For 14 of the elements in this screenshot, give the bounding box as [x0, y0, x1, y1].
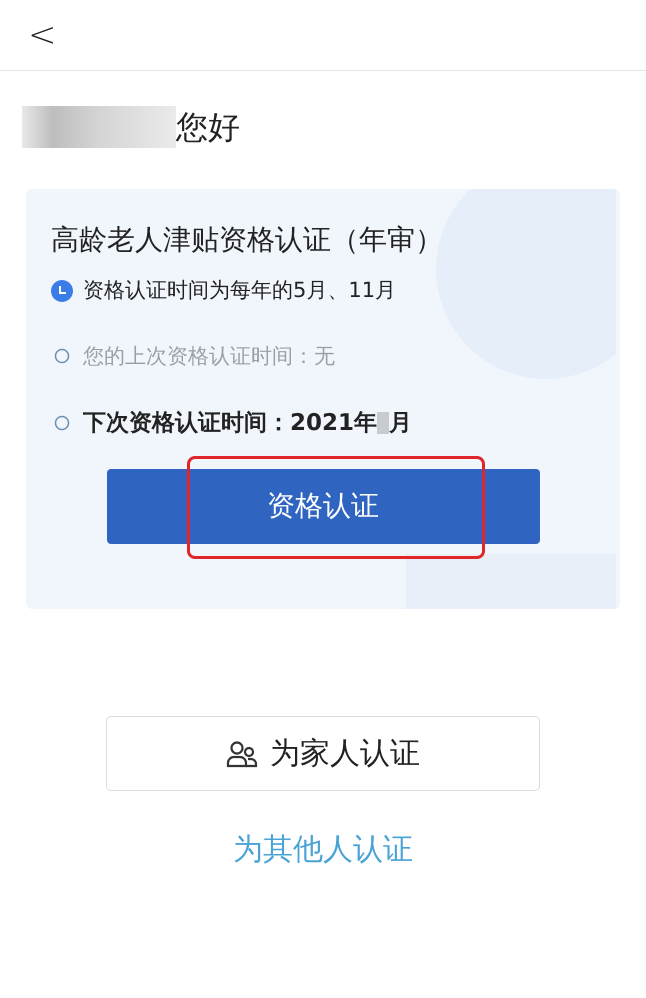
- date-text: 2021年: [290, 409, 378, 438]
- back-button[interactable]: <: [28, 18, 56, 52]
- verify-button[interactable]: 资格认证: [106, 468, 540, 544]
- circle-bullet-icon: [54, 415, 70, 432]
- info-text: 下次资格认证时间：: [83, 409, 290, 438]
- info-text: 您的上次资格认证时间：无: [83, 342, 335, 370]
- family-verify-button[interactable]: 为家人认证: [106, 716, 540, 791]
- greeting-text: 您好: [176, 107, 240, 148]
- month-text: 月: [389, 409, 412, 438]
- circle-bullet-icon: [54, 348, 70, 364]
- people-icon: [226, 740, 258, 768]
- clock-icon: [51, 280, 73, 302]
- info-text: 资格认证时间为每年的5月、11月: [83, 277, 396, 304]
- card-title: 高龄老人津贴资格认证（年审）: [51, 222, 443, 258]
